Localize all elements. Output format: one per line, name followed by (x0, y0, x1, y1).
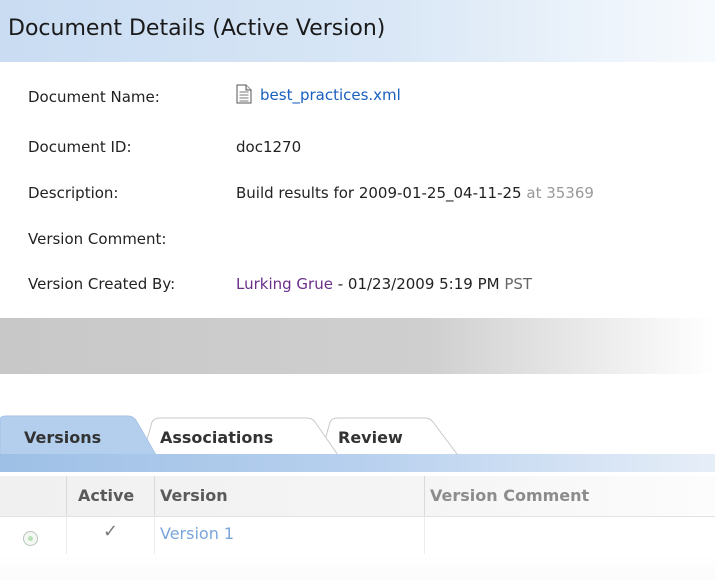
column-header-version[interactable]: Version (160, 486, 228, 505)
document-name-value[interactable]: best_practices.xml (236, 84, 401, 108)
version-created-by-label: Version Created By: (28, 275, 176, 293)
description-suffix: at 35369 (526, 184, 594, 202)
document-icon (236, 84, 252, 108)
gray-toolbar-band (0, 318, 715, 374)
version-created-date: - 01/23/2009 5:19 PM (337, 275, 500, 293)
tab-versions[interactable]: Versions (24, 428, 101, 447)
tab-content-bar (0, 454, 715, 472)
column-separator (66, 476, 67, 516)
tab-review[interactable]: Review (338, 428, 403, 447)
version-link[interactable]: Version 1 (160, 524, 234, 543)
table-row[interactable]: ✓ Version 1 (0, 517, 715, 555)
column-separator (154, 476, 155, 516)
panel-title: Document Details (Active Version) (8, 16, 386, 41)
document-name-link[interactable]: best_practices.xml (260, 86, 401, 104)
description-value: Build results for 2009-01-25_04-11-25 at… (236, 184, 594, 202)
user-link[interactable]: Lurking Grue (236, 275, 333, 293)
active-check-icon: ✓ (103, 521, 119, 542)
column-header-active[interactable]: Active (78, 486, 134, 505)
tab-associations[interactable]: Associations (160, 428, 273, 447)
document-id-value: doc1270 (236, 138, 302, 156)
description-label: Description: (28, 184, 119, 202)
grid-bottom (0, 555, 715, 580)
column-separator (424, 476, 425, 516)
row-select-radio[interactable] (23, 531, 38, 546)
timezone-label: PST (504, 275, 533, 293)
version-comment-label: Version Comment: (28, 230, 167, 248)
grid-header: Active Version Version Comment (0, 476, 715, 517)
panel-header: Document Details (Active Version) (0, 0, 715, 62)
document-id-label: Document ID: (28, 138, 132, 156)
column-header-version-comment[interactable]: Version Comment (430, 486, 589, 505)
description-main: Build results for 2009-01-25_04-11-25 (236, 184, 522, 202)
version-created-by-value: Lurking Grue - 01/23/2009 5:19 PM PST (236, 275, 532, 293)
document-name-label: Document Name: (28, 88, 160, 106)
